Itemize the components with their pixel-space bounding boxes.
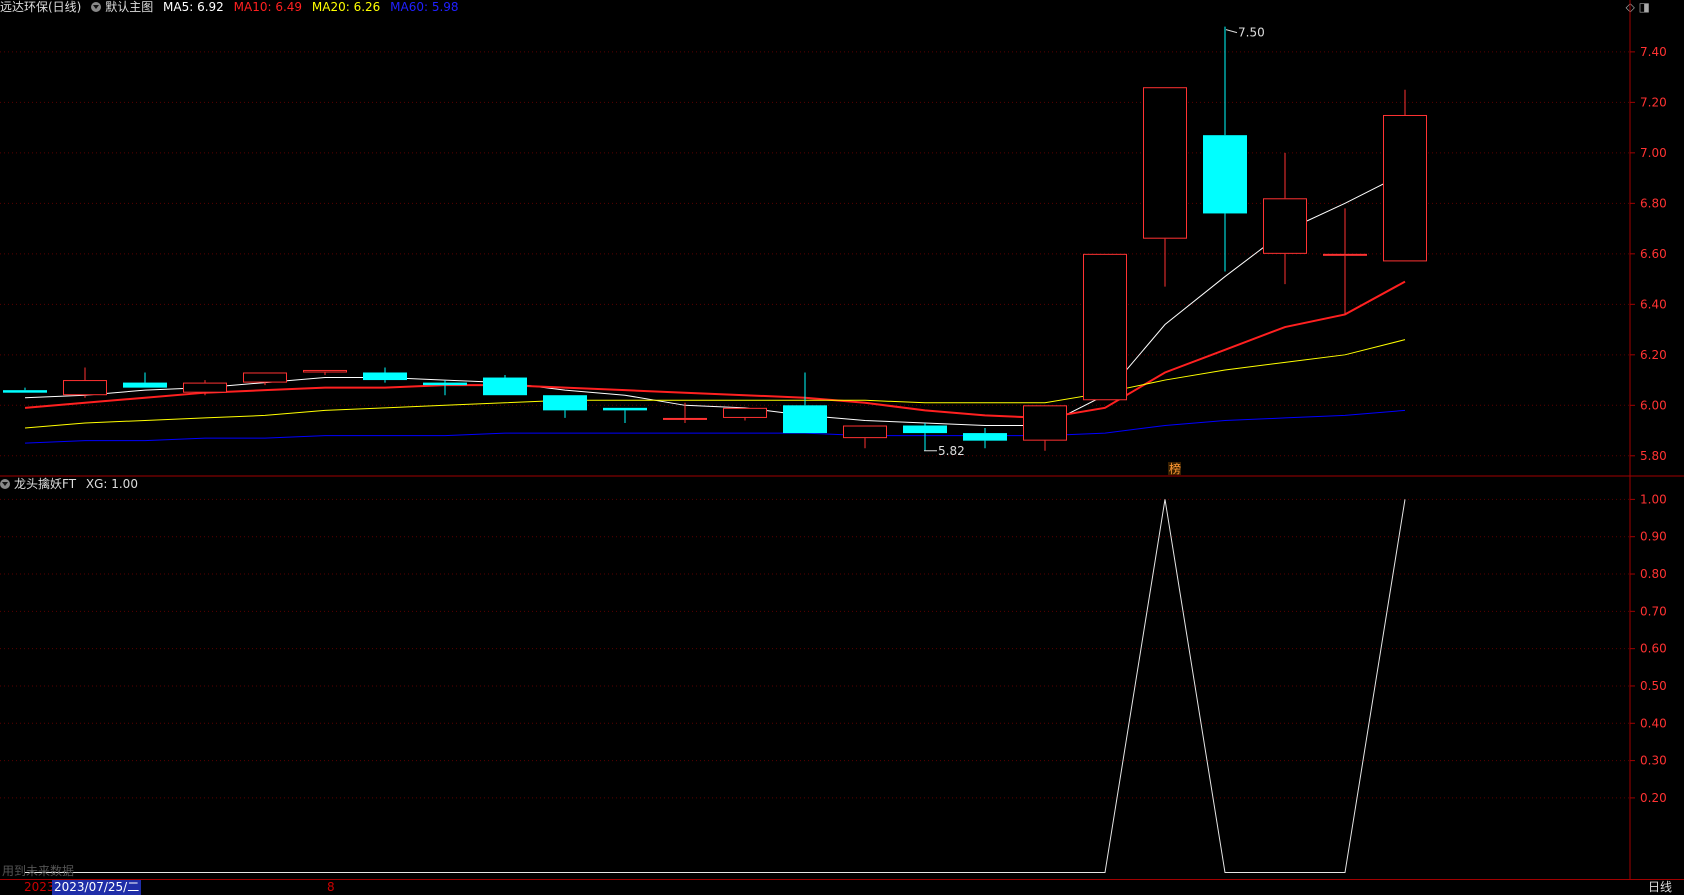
- ma-line-ma60: [24, 409, 1406, 444]
- sub-tick-label: 0.90: [1640, 530, 1667, 544]
- candle-body: [303, 369, 347, 373]
- candle-body: [123, 382, 167, 388]
- candle-body: [843, 425, 887, 439]
- period-label[interactable]: 日线: [1648, 880, 1672, 895]
- candle-body: [723, 407, 767, 418]
- main-tick-label: 7.00: [1640, 146, 1667, 160]
- candle-body: [483, 377, 527, 396]
- main-tick-label: 5.80: [1640, 449, 1667, 463]
- year-label: 2023: [24, 880, 55, 894]
- cursor-date-label: 2023/07/25/二: [52, 880, 142, 895]
- time-axis: 2023 2023/07/25/二 8 日线: [0, 880, 1684, 895]
- sub-tick-label: 0.70: [1640, 604, 1667, 618]
- candle-body: [1323, 253, 1367, 256]
- main-tick-label: 6.60: [1640, 247, 1667, 261]
- candle-body: [1083, 253, 1127, 401]
- candle-body: [1023, 405, 1067, 441]
- main-tick-label: 7.20: [1640, 95, 1667, 109]
- low-price-label: 5.82: [938, 444, 965, 458]
- sub-tick-label: 0.30: [1640, 754, 1667, 768]
- ma-line-ma5: [24, 172, 1406, 427]
- candle-body: [963, 433, 1007, 441]
- month-label: 8: [327, 880, 335, 894]
- sub-tick-label: 0.50: [1640, 679, 1667, 693]
- sub-tick-label: 0.60: [1640, 642, 1667, 656]
- candle-body: [243, 372, 287, 383]
- high-marker-line: [1225, 29, 1238, 34]
- candle-body: [1263, 198, 1307, 254]
- future-data-note: 用到未来数据: [2, 864, 75, 878]
- list-marker-label: 榜: [1169, 461, 1181, 476]
- high-price-label: 7.50: [1238, 26, 1265, 40]
- candle-body: [1143, 87, 1187, 239]
- main-tick-label: 6.00: [1640, 398, 1667, 412]
- chart-area[interactable]: 7.40 7.20 7.00 6.80 6.60 6.40 6.20 6.00 5.80 1.00…: [0, 0, 1684, 880]
- ma-line-ma20: [24, 339, 1406, 429]
- candle-body: [543, 395, 587, 411]
- main-tick-label: 7.40: [1640, 45, 1667, 59]
- candle-body: [183, 382, 227, 393]
- sub-tick-label: 0.40: [1640, 716, 1667, 730]
- candle-body: [903, 425, 947, 434]
- candle-body: [663, 417, 707, 420]
- candle-body: [363, 372, 407, 381]
- main-tick-label: 6.20: [1640, 348, 1667, 362]
- main-tick-label: 6.80: [1640, 196, 1667, 210]
- ma-line-ma10: [24, 280, 1406, 419]
- sub-tick-label: 1.00: [1640, 492, 1667, 506]
- candle-body: [603, 407, 647, 411]
- candle-body: [783, 405, 827, 434]
- sub-tick-label: 0.80: [1640, 567, 1667, 581]
- candle-body: [63, 380, 107, 396]
- main-tick-label: 6.40: [1640, 297, 1667, 311]
- candle-body: [423, 382, 467, 386]
- candle-body: [3, 390, 47, 393]
- candle-body: [1383, 114, 1427, 262]
- candle-body: [1203, 135, 1247, 214]
- sub-tick-label: 0.20: [1640, 791, 1667, 805]
